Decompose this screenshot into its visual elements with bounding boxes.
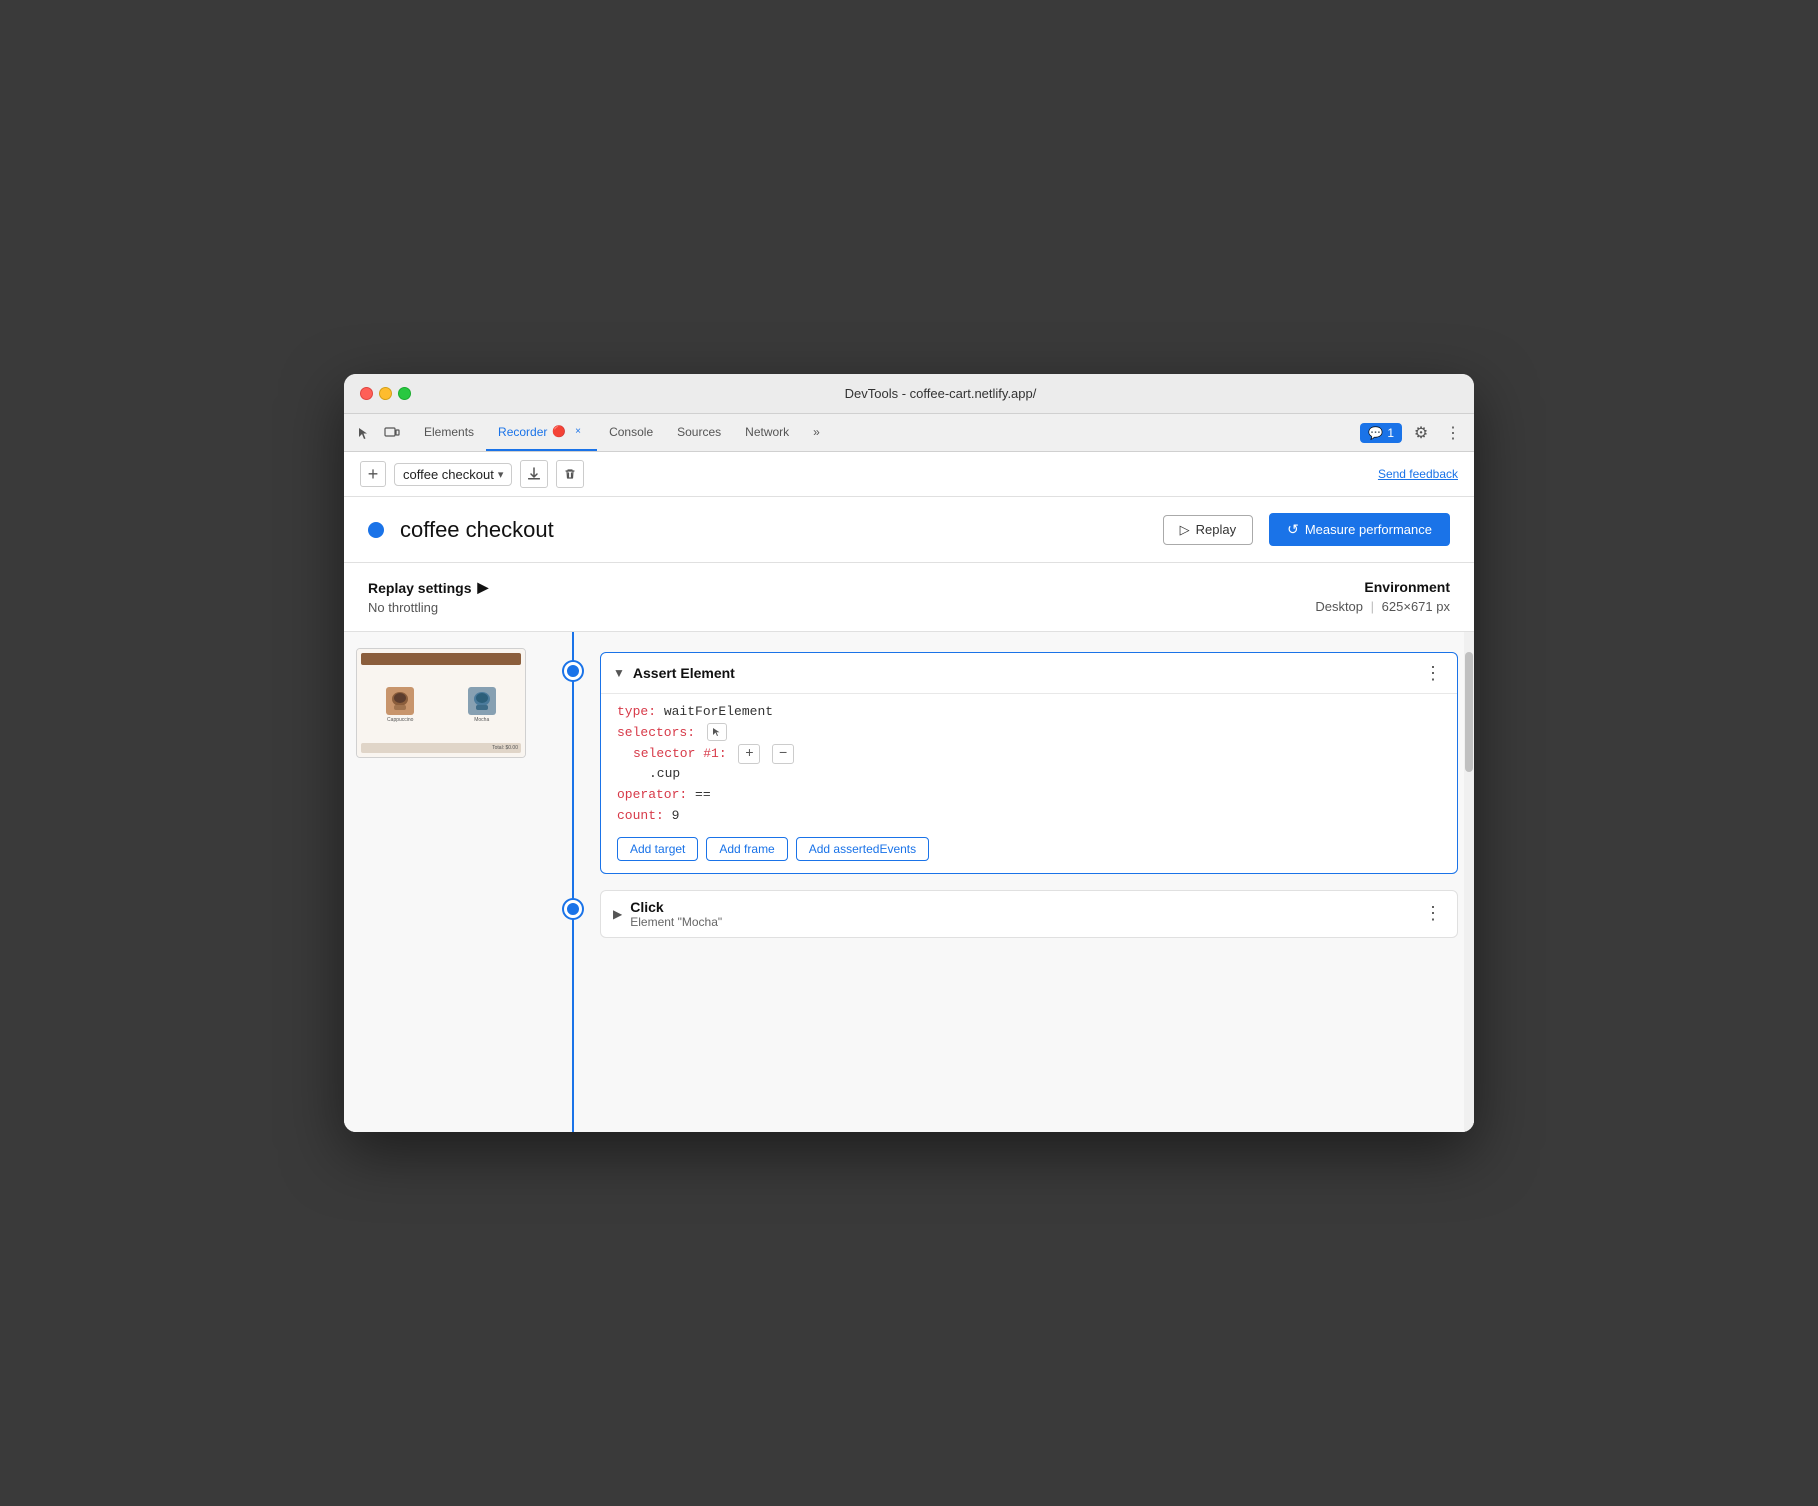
steps-timeline: ▼ Assert Element ⋮ type: waitForElement [544,632,1474,1132]
steps-container: Cappuccino Mocha [344,632,1474,1132]
devtools-tabs-bar: Elements Recorder 🔴 × Console Sources Ne… [344,414,1474,452]
recording-selector[interactable]: coffee checkout ▾ [394,463,512,486]
messages-badge-button[interactable]: 💬 1 [1360,423,1402,443]
click-step-more-button[interactable]: ⋮ [1421,902,1445,926]
settings-row: Replay settings ▶ No throttling Environm… [344,563,1474,632]
traffic-lights [360,387,411,400]
throttling-value: No throttling [368,600,488,615]
code-selector1-line: selector #1: + − [617,744,1441,765]
export-recording-button[interactable] [520,460,548,488]
code-selectors-line: selectors: [617,723,1441,744]
assert-element-step: ▼ Assert Element ⋮ type: waitForElement [544,652,1458,874]
code-count-line: count: 9 [617,806,1441,827]
selector-remove-button[interactable]: − [772,744,794,764]
add-frame-button[interactable]: Add frame [706,837,787,861]
add-recording-button[interactable]: + [360,461,386,487]
replay-icon: ▷ [1180,522,1190,538]
devtools-window: DevTools - coffee-cart.netlify.app/ Elem… [344,374,1474,1132]
recording-thumbnail: Cappuccino Mocha [356,648,526,758]
scrollbar-track [1464,632,1474,1132]
settings-chevron-icon: ▶ [477,579,488,596]
code-type-line: type: waitForElement [617,702,1441,723]
send-feedback-link[interactable]: Send feedback [1378,467,1458,481]
tab-console[interactable]: Console [597,414,665,451]
cursor-icon[interactable] [352,421,376,445]
chevron-down-icon: ▾ [498,468,504,481]
settings-icon-button[interactable]: ⚙ [1408,420,1434,446]
window-title: DevTools - coffee-cart.netlify.app/ [423,386,1458,401]
tab-list: Elements Recorder 🔴 × Console Sources Ne… [412,414,1360,451]
nav-icons [352,421,404,445]
code-operator-line: operator: == [617,785,1441,806]
click-expand-icon[interactable]: ▶ [613,907,622,921]
recording-status-dot [368,522,384,538]
click-step-card: ▶ Click Element "Mocha" ⋮ [600,890,1458,938]
step-dot-click [564,900,582,918]
tab-elements[interactable]: Elements [412,414,486,451]
assert-element-more-button[interactable]: ⋮ [1421,661,1445,685]
scrollbar-thumb[interactable] [1465,652,1473,772]
close-button[interactable] [360,387,373,400]
assert-element-card: ▼ Assert Element ⋮ type: waitForElement [600,652,1458,874]
more-icon-button[interactable]: ⋮ [1440,420,1466,446]
device-toggle-icon[interactable] [380,421,404,445]
replay-settings-toggle[interactable]: Replay settings ▶ [368,579,488,596]
settings-right: Environment Desktop | 625×671 px [1315,579,1450,614]
assert-element-body: type: waitForElement selectors: [601,693,1457,873]
recorder-main: coffee checkout ▷ Replay ↺ Measure perfo… [344,497,1474,1132]
recording-title: coffee checkout [400,517,1147,543]
step-actions: Add target Add frame Add assertedEvents [617,837,1441,861]
minimize-button[interactable] [379,387,392,400]
delete-recording-button[interactable] [556,460,584,488]
click-step-text: Click Element "Mocha" [630,899,722,929]
devtools-right-icons: 💬 1 ⚙ ⋮ [1360,420,1466,446]
environment-value: Desktop | 625×671 px [1315,599,1450,614]
click-step-subtitle: Element "Mocha" [630,915,722,929]
thumbnail-panel: Cappuccino Mocha [344,632,544,1132]
selector-add-button[interactable]: + [738,744,760,764]
replay-button[interactable]: ▷ Replay [1163,515,1253,545]
tab-network[interactable]: Network [733,414,801,451]
title-bar: DevTools - coffee-cart.netlify.app/ [344,374,1474,414]
measure-perf-icon: ↺ [1287,521,1299,538]
recorder-toolbar: + coffee checkout ▾ Send feedback [344,452,1474,497]
maximize-button[interactable] [398,387,411,400]
measure-performance-button[interactable]: ↺ Measure performance [1269,513,1450,546]
recorder-tab-close[interactable]: × [571,425,585,439]
click-step-title: Click [630,899,722,915]
assert-element-header: ▼ Assert Element ⋮ [601,653,1457,693]
add-asserted-events-button[interactable]: Add assertedEvents [796,837,929,861]
assert-element-title: Assert Element [633,665,1413,681]
tab-more[interactable]: » [801,414,832,451]
recording-header: coffee checkout ▷ Replay ↺ Measure perfo… [344,497,1474,563]
tab-recorder[interactable]: Recorder 🔴 × [486,414,597,451]
settings-left: Replay settings ▶ No throttling [368,579,488,615]
click-step: ▶ Click Element "Mocha" ⋮ [544,890,1458,938]
add-target-button[interactable]: Add target [617,837,698,861]
code-selector-val-line: .cup [617,764,1441,785]
step-dot-assert [564,662,582,680]
assert-collapse-icon[interactable]: ▼ [613,666,625,680]
tab-sources[interactable]: Sources [665,414,733,451]
selector-pick-icon[interactable] [707,723,727,741]
environment-label: Environment [1315,579,1450,595]
